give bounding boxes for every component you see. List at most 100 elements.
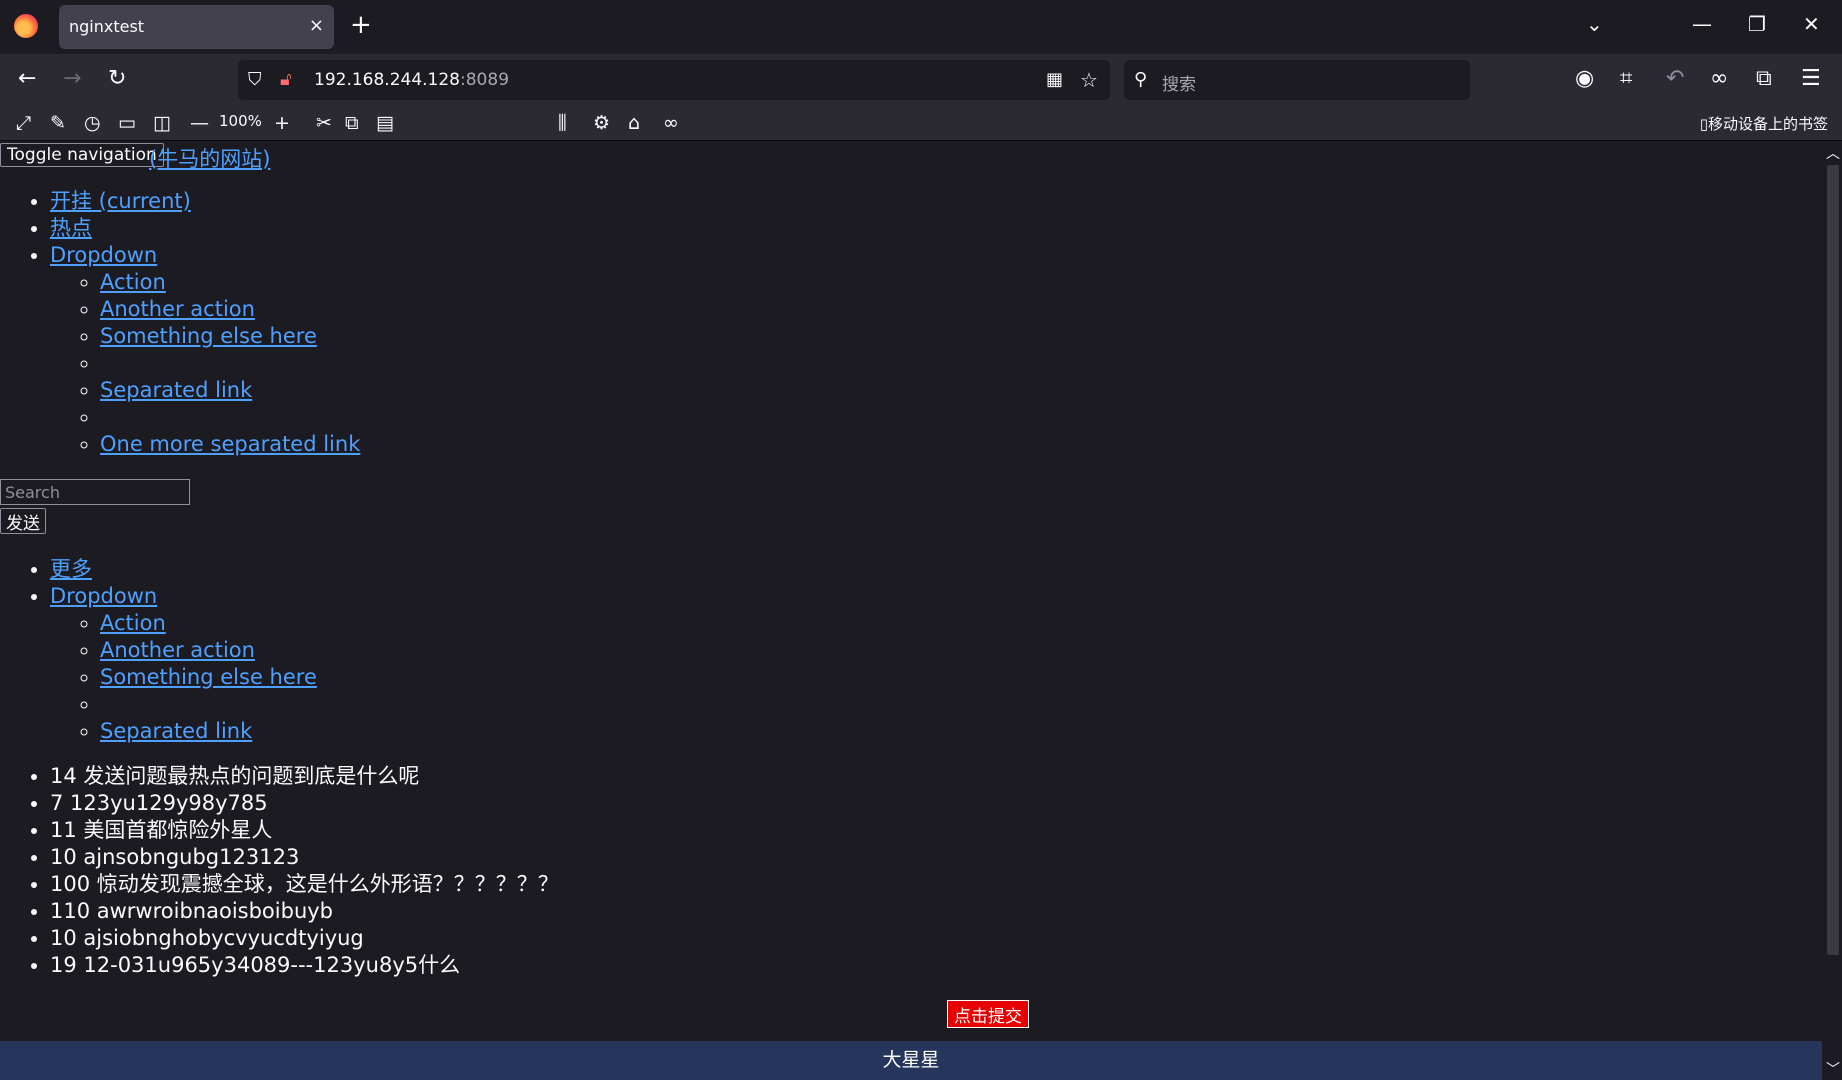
search-placeholder: 搜索	[1162, 75, 1196, 95]
close-window-icon[interactable]: ✕	[1803, 12, 1820, 36]
dropdown-item: Another action	[100, 296, 360, 323]
dropdown-divider	[100, 350, 360, 377]
dropdown-item: One more separated link	[100, 431, 360, 458]
new-tab-button[interactable]: +	[350, 10, 372, 40]
bookmark-star-icon[interactable]: ☆	[1080, 68, 1098, 92]
footer: 大星星	[0, 1041, 1822, 1080]
brand-link[interactable]: (牛马的网站)	[149, 143, 270, 173]
tab-active[interactable]: nginxtest ×	[59, 5, 334, 49]
nav-item-more: 更多	[50, 556, 317, 583]
dropdown2-link-another-action[interactable]: Another action	[100, 638, 255, 662]
send-button[interactable]: 发送	[0, 508, 46, 534]
shield-icon[interactable]: ⛉	[248, 68, 262, 92]
nav-item-hot: 热点	[50, 215, 360, 242]
nav-item-dropdown: Dropdown Action Another action Something…	[50, 242, 360, 458]
dropdown-divider	[100, 404, 360, 431]
mobile-bookmarks[interactable]: ▯移动设备上的书签	[1700, 113, 1828, 134]
qr-code-icon[interactable]: ▦	[1046, 68, 1063, 92]
copy-icon[interactable]: ⧉	[345, 112, 359, 134]
url-host: 192.168.244.128	[314, 70, 461, 90]
footer-text: 大星星	[882, 1049, 940, 1071]
toggle-navigation-button[interactable]: Toggle navigation	[0, 143, 164, 167]
dropdown-item: Action	[100, 269, 360, 296]
list-item: 10 ajsiobnghobycvyucdtyiyug	[50, 925, 559, 952]
url-text[interactable]: 192.168.244.128:8089	[314, 70, 509, 90]
tab-title: nginxtest	[69, 17, 145, 36]
submit-button[interactable]: 点击提交	[947, 1000, 1029, 1028]
tab-close-icon[interactable]: ×	[309, 15, 324, 36]
wrench-icon[interactable]: ✎	[50, 112, 66, 134]
dropdown-divider	[100, 691, 317, 718]
url-bar[interactable]: ⛉ 🔓︎ 192.168.244.128:8089 ▦ ☆	[238, 60, 1110, 100]
list-item: 7 123yu129y98y785	[50, 790, 559, 817]
mobile-device-icon: ▯	[1699, 115, 1708, 133]
back-icon[interactable]: ←	[18, 67, 36, 91]
extension-glasses-icon[interactable]: ∞	[1710, 67, 1728, 91]
list-item: 14 发送问题最热点的问题到底是什么呢	[50, 763, 559, 790]
crop-icon[interactable]: ⌗	[1620, 67, 1632, 91]
forward-icon[interactable]: →	[63, 67, 81, 91]
dropdown-item: Action	[100, 610, 317, 637]
nav-link-more[interactable]: 更多	[50, 557, 92, 581]
list-item: 11 美国首都惊险外星人	[50, 817, 559, 844]
reload-icon[interactable]: ↻	[108, 67, 126, 91]
main-nav: 开挂 (current) 热点 Dropdown Action Another …	[0, 188, 360, 458]
nav-link-hot[interactable]: 热点	[50, 216, 92, 240]
dropdown-item: Something else here	[100, 323, 360, 350]
scroll-down-icon[interactable]: ﹀	[1826, 1059, 1840, 1079]
fullscreen-icon[interactable]: ⤢	[16, 112, 31, 134]
dropdown-item: Separated link	[100, 718, 317, 745]
search-icon: ⚲	[1134, 69, 1148, 90]
dropdown2-link-separated[interactable]: Separated link	[100, 719, 252, 743]
private-mask-icon[interactable]: ∞	[663, 112, 679, 134]
paste-icon[interactable]: ▤	[376, 112, 394, 134]
menu-icon[interactable]: ☰	[1801, 67, 1821, 91]
restore-icon[interactable]: ❐	[1748, 12, 1766, 36]
scroll-up-icon[interactable]: ︿	[1826, 143, 1840, 163]
mobile-bookmarks-label: 移动设备上的书签	[1707, 115, 1828, 133]
sidebar-icon[interactable]: ◫	[153, 112, 171, 134]
navigation-bar: ← → ↻ ⛉ 🔓︎ 192.168.244.128:8089 ▦ ☆ ⚲ 搜索…	[0, 54, 1842, 106]
scroll-thumb[interactable]	[1827, 165, 1839, 955]
zoom-out-icon[interactable]: —	[190, 112, 209, 134]
zoom-in-icon[interactable]: +	[274, 112, 290, 134]
insecure-lock-icon[interactable]: 🔓︎	[280, 68, 292, 92]
dropdown-link-another-action[interactable]: Another action	[100, 297, 255, 321]
list-item: 19 12-031u965y34089---123yu8y5什么	[50, 952, 559, 979]
nav-item-dropdown-2: Dropdown Action Another action Something…	[50, 583, 317, 745]
dropdown-link-one-more-separated[interactable]: One more separated link	[100, 432, 360, 456]
hot-topics-list: 14 发送问题最热点的问题到底是什么呢 7 123yu129y98y785 11…	[0, 763, 559, 979]
page-content: Toggle navigation (牛马的网站) 开挂 (current) 热…	[0, 141, 1822, 1080]
home-icon[interactable]: ⌂	[628, 112, 640, 134]
history-icon[interactable]: ◷	[84, 112, 101, 134]
minimize-icon[interactable]: —	[1692, 12, 1712, 36]
dropdown-link-something-else[interactable]: Something else here	[100, 324, 317, 348]
dropdown-link-action[interactable]: Action	[100, 270, 166, 294]
undo-icon[interactable]: ↶	[1666, 67, 1684, 91]
page-scrollbar[interactable]: ︿ ﹀	[1822, 141, 1842, 1080]
downloads-folder-icon[interactable]: ▭	[118, 112, 136, 134]
settings-gear-icon[interactable]: ⚙	[593, 112, 610, 134]
extensions-puzzle-icon[interactable]: ⧉	[1756, 67, 1772, 91]
bookmarks-toolbar: ⤢ ✎ ◷ ▭ ◫ — 100% + ✂ ⧉ ▤ ⫼ ⚙ ⌂ ∞ ▯移动设备上的…	[0, 106, 1842, 141]
search-bar[interactable]: ⚲ 搜索	[1124, 60, 1470, 100]
dropdown-link-separated[interactable]: Separated link	[100, 378, 252, 402]
dropdown2-link-action[interactable]: Action	[100, 611, 166, 635]
dropdown-item: Another action	[100, 637, 317, 664]
search-input[interactable]	[0, 479, 190, 505]
tab-strip: nginxtest × + ⌄ — ❐ ✕	[0, 0, 1842, 54]
list-item: 10 ajnsobngubg123123	[50, 844, 559, 871]
zoom-level[interactable]: 100%	[219, 112, 262, 130]
nav-link-dropdown-2[interactable]: Dropdown	[50, 584, 157, 608]
nav-link-dropdown[interactable]: Dropdown	[50, 243, 157, 267]
list-item: 100 惊动发现震撼全球，这是什么外形语？？？？？？	[50, 871, 559, 898]
list-all-tabs-icon[interactable]: ⌄	[1586, 12, 1603, 36]
library-icon[interactable]: ⫼	[558, 112, 567, 134]
secondary-nav: 更多 Dropdown Action Another action Someth…	[0, 556, 317, 745]
nav-item-current: 开挂 (current)	[50, 188, 360, 215]
extension-avatar-icon[interactable]: ◉	[1575, 67, 1594, 91]
cut-icon[interactable]: ✂	[316, 112, 332, 134]
firefox-logo-icon[interactable]	[14, 14, 38, 38]
dropdown2-link-something-else[interactable]: Something else here	[100, 665, 317, 689]
nav-link-current[interactable]: 开挂 (current)	[50, 189, 191, 213]
